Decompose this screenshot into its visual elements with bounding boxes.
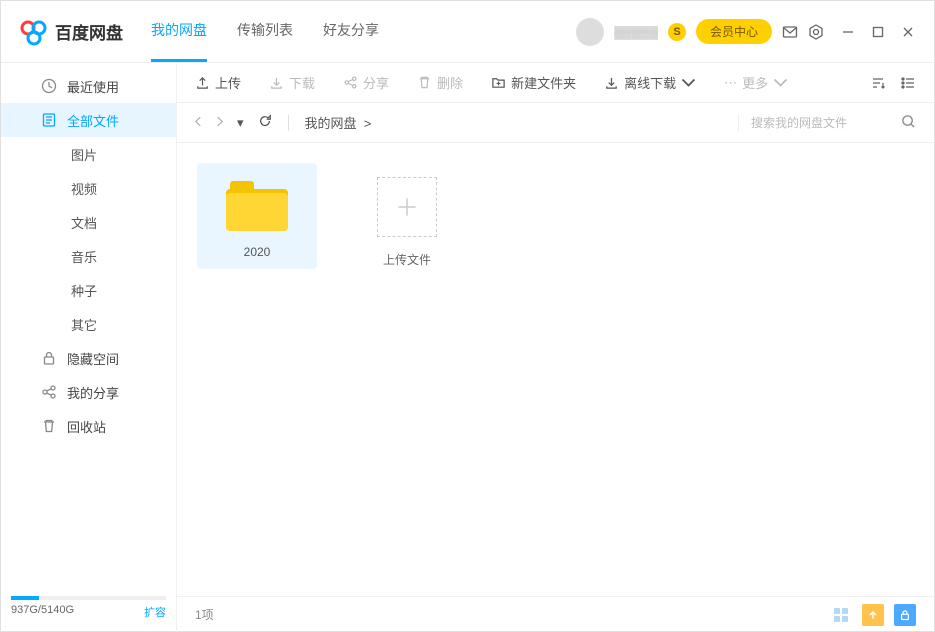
sort-icon[interactable] bbox=[870, 75, 886, 91]
minimize-button[interactable] bbox=[840, 24, 856, 40]
chevron-down-icon bbox=[681, 75, 696, 90]
logo-icon bbox=[19, 17, 49, 47]
nav-history-dropdown[interactable]: ▾ bbox=[237, 115, 244, 131]
item-count: 1项 bbox=[195, 606, 214, 623]
upload-tile[interactable]: 上传文件 bbox=[347, 163, 467, 278]
mail-icon[interactable] bbox=[782, 24, 798, 40]
sidebar-item-torrents[interactable]: 种子 bbox=[1, 273, 176, 307]
trash-icon bbox=[41, 418, 57, 434]
download-button[interactable]: 下载 bbox=[269, 73, 315, 92]
sidebar-item-hidden[interactable]: 隐藏空间 bbox=[1, 341, 176, 375]
offline-download-button[interactable]: 离线下载 bbox=[604, 73, 696, 92]
username: ▓▓▓▓▓ bbox=[614, 25, 658, 39]
main-tabs: 我的网盘 传输列表 好友分享 bbox=[151, 1, 379, 62]
sidebar-item-label: 隐藏空间 bbox=[67, 349, 119, 368]
toolbar: 上传 下载 分享 删除 新建文件夹 离线下载 bbox=[177, 63, 934, 103]
sidebar-item-recent[interactable]: 最近使用 bbox=[1, 69, 176, 103]
sidebar-item-label: 最近使用 bbox=[67, 77, 119, 96]
settings-icon[interactable] bbox=[808, 24, 824, 40]
tab-friend-share[interactable]: 好友分享 bbox=[323, 1, 379, 62]
clock-icon bbox=[41, 78, 57, 94]
header-right: ▓▓▓▓▓ S 会员中心 bbox=[576, 18, 916, 46]
maximize-button[interactable] bbox=[870, 24, 886, 40]
share-icon bbox=[41, 384, 57, 400]
storage-meter: 937G/5140G 扩容 bbox=[1, 596, 176, 632]
more-button[interactable]: ⋯ 更多 bbox=[724, 73, 788, 92]
lock-icon bbox=[41, 350, 57, 366]
sidebar-item-images[interactable]: 图片 bbox=[1, 137, 176, 171]
s-badge-icon: S bbox=[668, 23, 686, 41]
delete-button[interactable]: 删除 bbox=[417, 73, 463, 92]
folder-icon bbox=[226, 181, 288, 231]
safe-icon[interactable] bbox=[894, 604, 916, 626]
main-panel: 上传 下载 分享 删除 新建文件夹 离线下载 bbox=[176, 63, 934, 632]
storage-text: 937G/5140G bbox=[11, 604, 74, 620]
upload-status-icon[interactable] bbox=[862, 604, 884, 626]
sidebar-item-label: 回收站 bbox=[67, 417, 106, 436]
logo: 百度网盘 bbox=[19, 17, 123, 47]
new-folder-button[interactable]: 新建文件夹 bbox=[491, 73, 576, 92]
grid-view-icon[interactable] bbox=[830, 604, 852, 626]
nav-forward-button[interactable] bbox=[216, 115, 223, 130]
nav-back-button[interactable] bbox=[195, 115, 202, 130]
avatar[interactable] bbox=[576, 18, 604, 46]
plus-icon bbox=[377, 177, 437, 237]
search-input[interactable] bbox=[751, 116, 891, 130]
sidebar-item-docs[interactable]: 文档 bbox=[1, 205, 176, 239]
sidebar-item-other[interactable]: 其它 bbox=[1, 307, 176, 341]
close-button[interactable] bbox=[900, 24, 916, 40]
sidebar-item-all-files[interactable]: 全部文件 bbox=[1, 103, 176, 137]
folder-item[interactable]: 2020 bbox=[197, 163, 317, 269]
tab-my-drive[interactable]: 我的网盘 bbox=[151, 1, 207, 62]
search-icon[interactable] bbox=[901, 114, 916, 132]
sidebar-item-trash[interactable]: 回收站 bbox=[1, 409, 176, 443]
refresh-button[interactable] bbox=[258, 114, 272, 131]
file-icon bbox=[41, 112, 57, 128]
sidebar-item-videos[interactable]: 视频 bbox=[1, 171, 176, 205]
sidebar-item-label: 我的分享 bbox=[67, 383, 119, 402]
expand-storage-link[interactable]: 扩容 bbox=[144, 604, 166, 620]
status-bar: 1项 bbox=[177, 596, 934, 632]
file-grid: 2020 上传文件 bbox=[177, 143, 934, 596]
share-button[interactable]: 分享 bbox=[343, 73, 389, 92]
list-view-icon[interactable] bbox=[900, 75, 916, 91]
app-header: 百度网盘 我的网盘 传输列表 好友分享 ▓▓▓▓▓ S 会员中心 bbox=[1, 1, 934, 63]
sidebar-item-music[interactable]: 音乐 bbox=[1, 239, 176, 273]
sidebar-item-my-share[interactable]: 我的分享 bbox=[1, 375, 176, 409]
upload-button[interactable]: 上传 bbox=[195, 73, 241, 92]
breadcrumb[interactable]: 我的网盘 > bbox=[305, 113, 372, 132]
nav-bar: ▾ 我的网盘 > bbox=[177, 103, 934, 143]
vip-button[interactable]: 会员中心 bbox=[696, 19, 772, 44]
chevron-down-icon bbox=[773, 75, 788, 90]
sidebar: 最近使用 全部文件 图片 视频 文档 音乐 种子 其它 隐藏空间 我的分享 回收 bbox=[1, 63, 177, 632]
tab-transfers[interactable]: 传输列表 bbox=[237, 1, 293, 62]
sidebar-item-label: 全部文件 bbox=[67, 111, 119, 130]
upload-tile-label: 上传文件 bbox=[347, 251, 467, 268]
app-name: 百度网盘 bbox=[55, 19, 123, 44]
file-label: 2020 bbox=[197, 245, 317, 259]
